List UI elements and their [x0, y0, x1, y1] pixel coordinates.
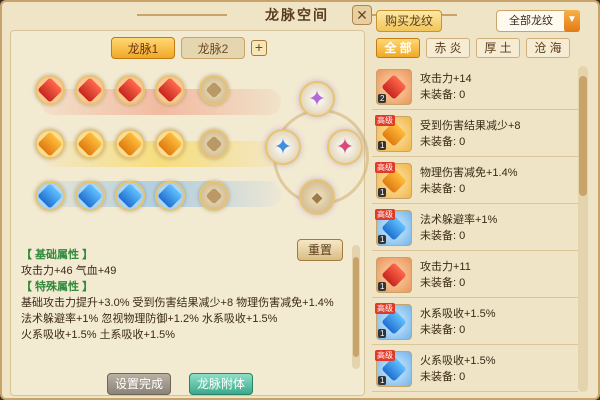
tab-earth[interactable]: 厚 土	[476, 38, 520, 58]
water-gem-icon: 高级 1	[375, 302, 412, 340]
pattern-inventory-panel: 购买龙纹 全部龙纹 ▼ 全 部 赤 炎 厚 土 沧 海 2 攻击力+14 未装备:…	[370, 10, 592, 396]
item-status: 未装备: 0	[420, 229, 466, 242]
list-item[interactable]: 高级 1 法术躲避率+1% 未装备: 0	[372, 205, 578, 251]
list-item[interactable]: 2 攻击力+14 未装备: 0	[372, 64, 578, 110]
star-icon: ✦	[273, 134, 293, 159]
earth-gem-icon: 高级 1	[375, 161, 412, 199]
item-status: 未装备: 0	[420, 135, 466, 148]
item-status: 未装备: 0	[420, 370, 466, 383]
red-vein-slot-2[interactable]	[75, 75, 105, 105]
red-vein-slot-1[interactable]	[35, 75, 65, 105]
tab-all[interactable]: 全 部	[376, 38, 420, 58]
item-status: 未装备: 0	[420, 276, 466, 289]
vein-tab-bar: 龙脉1 龙脉2 +	[111, 37, 267, 59]
tab-fire[interactable]: 赤 炎	[426, 38, 470, 58]
lock-icon: ◆	[311, 189, 323, 205]
list-item[interactable]: 高级 1 火系吸收+1.5% 未装备: 0	[372, 346, 578, 392]
attach-vein-button[interactable]: 龙脉附体	[189, 373, 253, 395]
core-slot-bottom[interactable]: ◆	[299, 179, 335, 215]
blue-vein-slot-2[interactable]	[75, 181, 105, 211]
list-item[interactable]: 高级 1 受到伤害结果减少+8 未装备: 0	[372, 111, 578, 157]
blue-vein-slot-3[interactable]	[115, 181, 145, 211]
core-star-right[interactable]: ✦	[327, 129, 363, 165]
item-status: 未装备: 0	[420, 88, 466, 101]
basic-attributes-header: 【 基础属性 】	[21, 249, 94, 261]
item-name: 物理伤害减免+1.4%	[420, 166, 518, 179]
item-status: 未装备: 0	[420, 182, 466, 195]
special-attribute-line: 火系吸收+1.5% 土系吸收+1.5%	[21, 329, 176, 341]
close-icon[interactable]: ✕	[352, 5, 372, 25]
star-icon: ✦	[335, 134, 355, 159]
core-star-left[interactable]: ✦	[265, 129, 301, 165]
pattern-list: 2 攻击力+14 未装备: 0 高级 1 受到伤害结果减少+8 未装备: 0 高级 1 …	[372, 64, 578, 394]
item-name: 水系吸收+1.5%	[420, 307, 496, 320]
scroll-thumb[interactable]	[579, 76, 587, 196]
item-status: 未装备: 0	[420, 323, 466, 336]
special-attributes-header: 【 特殊属性 】	[21, 281, 94, 293]
add-vein-button[interactable]: +	[251, 40, 267, 56]
element-tab-bar: 全 部 赤 炎 厚 土 沧 海	[376, 38, 570, 58]
red-vein-slot-4[interactable]	[155, 75, 185, 105]
yellow-vein-slot-empty[interactable]	[199, 129, 229, 159]
earth-gem-icon: 高级 1	[375, 114, 412, 152]
tab-vein-1[interactable]: 龙脉1	[111, 37, 175, 59]
scroll-thumb[interactable]	[353, 257, 359, 357]
list-item[interactable]: 1 攻击力+11 未装备: 0	[372, 252, 578, 298]
blue-vein-slot-1[interactable]	[35, 181, 65, 211]
special-attribute-line: 基础攻击力提升+3.0% 受到伤害结果减少+8 物理伤害减免+1.4%	[21, 297, 334, 309]
blue-vein-slot-4[interactable]	[155, 181, 185, 211]
list-item[interactable]: 高级 1 水系吸收+1.5% 未装备: 0	[372, 299, 578, 345]
yellow-vein-slot-4[interactable]	[155, 129, 185, 159]
fire-gem-icon: 1	[376, 256, 412, 293]
red-vein-slot-empty[interactable]	[199, 75, 229, 105]
buy-pattern-button[interactable]: 购买龙纹	[376, 10, 442, 32]
item-name: 攻击力+11	[420, 260, 471, 273]
core-star-top[interactable]: ✦	[299, 81, 335, 117]
blue-vein-slot-empty[interactable]	[199, 181, 229, 211]
attribute-scrollbar[interactable]	[352, 245, 360, 369]
list-item[interactable]: 高级 1 物理伤害减免+1.4% 未装备: 0	[372, 158, 578, 204]
yellow-vein-slot-1[interactable]	[35, 129, 65, 159]
water-gem-icon: 高级 1	[375, 208, 412, 246]
special-attribute-line: 法术躲避率+1% 忽视物理防御+1.2% 水系吸收+1.5%	[21, 313, 278, 325]
chevron-down-icon[interactable]: ▼	[564, 10, 580, 32]
attribute-panel: 【 基础属性 】 攻击力+46 气血+49 【 特殊属性 】 基础攻击力提升+3…	[15, 245, 359, 367]
fire-gem-icon: 2	[376, 68, 412, 105]
star-icon: ✦	[307, 86, 327, 111]
basic-attributes-values: 攻击力+46 气血+49	[21, 265, 117, 277]
vein-panel: 龙脉1 龙脉2 + ✦ ✦ ✦ ◆ 重置 【 基础属性 】 攻击力+46 气血+…	[10, 30, 369, 396]
tab-water[interactable]: 沧 海	[526, 38, 570, 58]
item-name: 火系吸收+1.5%	[420, 354, 496, 367]
item-name: 受到伤害结果减少+8	[420, 119, 521, 132]
item-name: 法术躲避率+1%	[420, 213, 498, 226]
yellow-vein-slot-2[interactable]	[75, 129, 105, 159]
red-vein-slot-3[interactable]	[115, 75, 145, 105]
list-scrollbar[interactable]	[578, 66, 588, 392]
water-gem-icon: 高级 1	[375, 349, 412, 387]
settings-done-button[interactable]: 设置完成	[107, 373, 171, 395]
tab-vein-2[interactable]: 龙脉2	[181, 37, 245, 59]
dragon-vein-window: 龙脉空间 ✕ 龙脉1 龙脉2 + ✦ ✦ ✦ ◆ 重置 【 基础属性 】 攻击力…	[0, 0, 600, 400]
yellow-vein-slot-3[interactable]	[115, 129, 145, 159]
item-name: 攻击力+14	[420, 72, 472, 85]
window-title: 龙脉空间	[137, 4, 457, 26]
